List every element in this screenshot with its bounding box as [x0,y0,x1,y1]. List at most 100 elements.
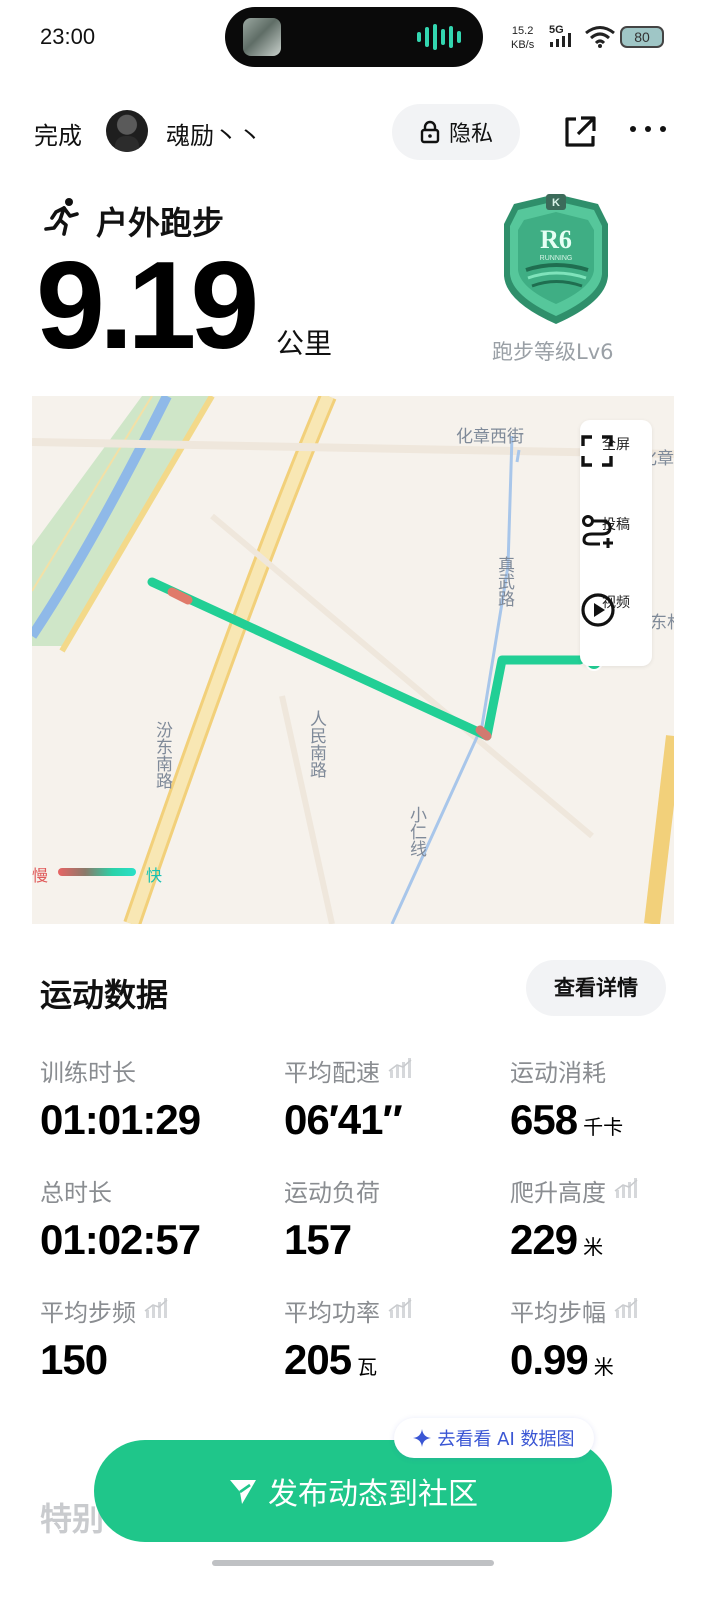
stat-unit: 瓦 [357,1355,378,1379]
stat-label-text: 平均步幅 [510,1298,606,1327]
username[interactable]: 魂励丶丶 [166,116,262,151]
stat-item[interactable]: 平均步频 150 [40,1294,260,1384]
trend-chart-icon [144,1296,168,1324]
fullscreen-icon [581,435,613,467]
stat-value-number: 157 [284,1216,352,1263]
stat-value: 229 米 [510,1216,720,1264]
stat-label-text: 平均步频 [40,1298,136,1327]
pace-legend-fast: 快 [146,866,163,885]
lock-icon [420,120,440,144]
stat-value: 06′41″ [284,1096,504,1144]
route-submit-button[interactable]: 投稿 [580,514,652,548]
sparkle-icon [413,1429,432,1447]
stat-value-number: 658 [510,1096,578,1143]
route-submit-icon [582,515,613,548]
stat-value-number: 150 [40,1336,108,1383]
trend-chart-icon [388,1296,412,1324]
stat-unit: 米 [583,1235,604,1259]
stat-value: 658 千卡 [510,1096,720,1144]
stat-label-text: 平均功率 [284,1298,380,1327]
map-label-zhenwu: 真武路 [494,556,515,607]
stat-value-number: 01:01:29 [40,1096,201,1143]
ai-data-chart-label: 去看看 AI 数据图 [437,1429,575,1450]
battery-indicator: 80 [620,26,664,48]
running-level-badge[interactable]: K R6 RUNNING [496,190,616,330]
publish-label: 发布动态到社区 [268,1477,478,1512]
stat-value: 150 [40,1336,260,1384]
more-icon[interactable] [630,126,666,132]
map-toolbar: 全屏 投稿 视频 [580,420,652,666]
wifi-icon [585,26,615,48]
audio-wave-icon [417,23,461,51]
network-speed-unit: KB/s [511,39,535,51]
privacy-label: 隐私 [448,122,493,147]
video-button[interactable]: 视频 [580,592,652,627]
stat-label-text: 运动消耗 [510,1058,606,1087]
map-label-renmin-south: 人民南路 [306,710,327,778]
stat-item[interactable]: 平均步幅 0.99 米 [510,1294,720,1384]
stat-item[interactable]: 爬升高度 229 米 [510,1174,720,1264]
badge-code: R6 [540,225,572,254]
stat-value-number: 229 [510,1216,578,1263]
dynamic-island[interactable] [225,7,483,67]
network-speed: 15.2 KB/s [511,24,534,52]
stat-label: 平均配速 [284,1054,504,1087]
status-bar: 23:00 15.2 KB/s 5G 80 [0,0,720,80]
done-button[interactable]: 完成 [34,116,82,151]
cellular-signal-icon: 5G [549,24,571,47]
privacy-button[interactable]: 隐私 [392,104,520,160]
stat-label: 总时长 [40,1174,260,1207]
share-icon[interactable] [562,114,598,150]
stat-value: 205 瓦 [284,1336,504,1384]
stat-label-text: 总时长 [40,1178,112,1207]
stat-value: 157 [284,1216,504,1264]
stat-label: 运动消耗 [510,1054,720,1087]
stat-label: 平均步频 [40,1294,260,1327]
stat-item[interactable]: 训练时长 01:01:29 [40,1054,260,1144]
fullscreen-button[interactable]: 全屏 [580,434,652,467]
trend-chart-icon [388,1056,412,1084]
badge-k-logo: K [552,197,560,209]
route-map[interactable]: 化章西街 化章 东杉 真武路 人民南路 汾东南路 小仁线 全屏 投稿 [32,396,674,924]
stat-value: 0.99 米 [510,1336,720,1384]
trend-chart-icon [614,1296,638,1324]
media-thumbnail [243,18,281,56]
route-track [147,577,585,741]
map-label-dong: 东杉 [650,613,674,633]
stat-label-text: 训练时长 [40,1058,136,1087]
network-speed-value: 15.2 [511,25,534,37]
stat-value-number: 0.99 [510,1336,589,1383]
stat-item[interactable]: 平均功率 205 瓦 [284,1294,504,1384]
send-icon [230,1480,256,1504]
view-details-button[interactable]: 查看详情 [526,960,666,1016]
play-icon [581,593,615,627]
section-title: 运动数据 [40,976,169,1014]
running-icon [44,198,79,236]
pace-legend-bar [58,868,136,876]
running-level-label: 跑步等级Lv6 [492,340,614,364]
home-indicator[interactable] [212,1560,494,1566]
stat-item[interactable]: 运动负荷 157 [284,1174,504,1264]
stat-value-number: 01:02:57 [40,1216,201,1263]
stat-label-text: 爬升高度 [510,1178,606,1207]
trend-chart-icon [614,1176,638,1204]
map-label-xiaoren: 小仁线 [406,806,427,857]
distance-unit: 公里 [276,327,333,360]
stat-item[interactable]: 运动消耗 658 千卡 [510,1054,720,1144]
badge-text: RUNNING [540,255,573,262]
stat-value-number: 205 [284,1336,352,1383]
status-time: 23:00 [40,24,96,49]
stat-label: 爬升高度 [510,1174,720,1207]
stat-unit: 米 [593,1355,614,1379]
map-canvas: 化章西街 化章 东杉 真武路 人民南路 汾东南路 小仁线 [32,396,674,924]
pace-legend-slow: 慢 [32,866,49,885]
network-type: 5G [549,24,564,36]
map-label-fendong-south: 汾东南路 [152,721,173,789]
ai-data-chart-button[interactable]: 去看看 AI 数据图 [394,1418,594,1458]
stat-item[interactable]: 平均配速 06′41″ [284,1054,504,1144]
stat-value-number: 06′41″ [284,1096,403,1143]
stat-item[interactable]: 总时长 01:02:57 [40,1174,260,1264]
avatar[interactable] [106,110,148,152]
top-nav: 完成 魂励丶丶 隐私 [0,100,720,164]
stat-label: 平均功率 [284,1294,504,1327]
